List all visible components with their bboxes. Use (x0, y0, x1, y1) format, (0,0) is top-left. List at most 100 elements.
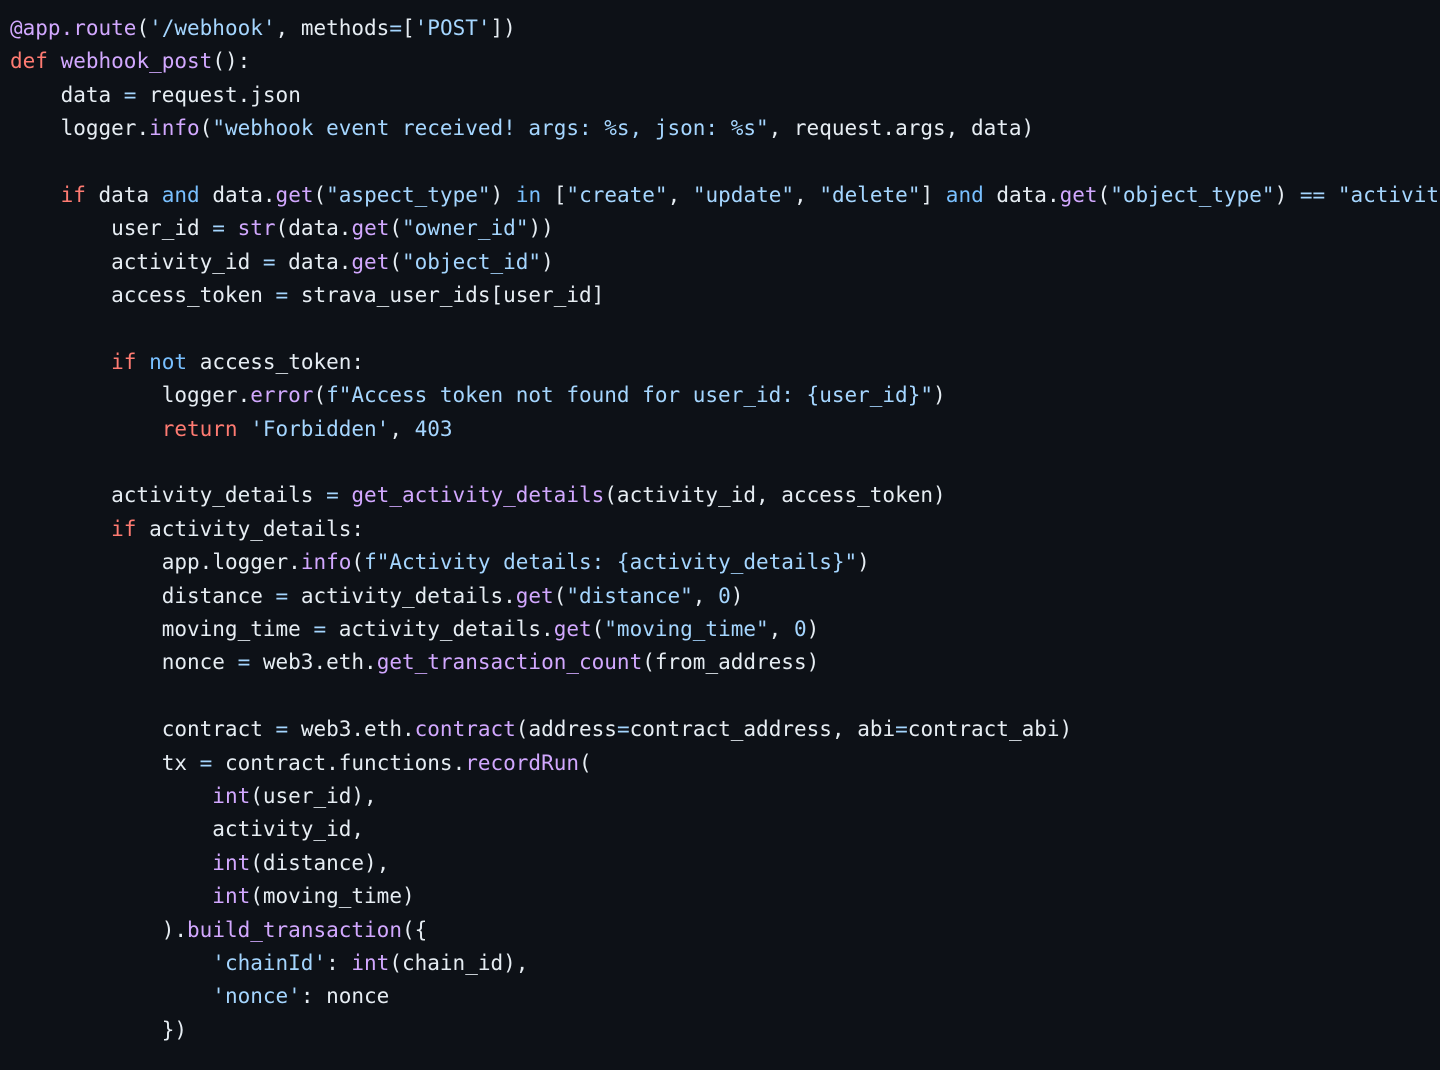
code-token: 'chainId' (212, 950, 327, 975)
code-line: distance = activity_details.get("distanc… (10, 580, 1440, 613)
code-token: "create" (566, 182, 668, 207)
code-token: ( (591, 617, 605, 642)
code-token: app (10, 550, 200, 575)
code-token: logger (212, 550, 289, 575)
code-token: , (768, 617, 794, 642)
code-token: [ (402, 16, 415, 40)
code-token: tx (10, 750, 200, 775)
code-token: ), (364, 850, 390, 875)
code-token: : (326, 950, 352, 975)
code-token: ( (389, 950, 402, 975)
code-token: activity_id, access_token (616, 483, 933, 508)
code-token: 0 (793, 617, 807, 642)
code-token: int (351, 950, 390, 975)
code-token: == (1299, 182, 1326, 207)
code-token: ) (10, 917, 175, 942)
code-token: user_id (503, 283, 592, 308)
code-token: . (541, 617, 554, 642)
code-token: ( (136, 16, 150, 40)
code-token: ( (1097, 182, 1111, 207)
code-token: : (351, 349, 365, 374)
code-token: = (237, 650, 251, 675)
code-token: , (692, 583, 719, 608)
code-token: 'POST' (414, 16, 491, 40)
code-token: ( (250, 850, 263, 875)
code-line: if not access_token: (10, 346, 1440, 379)
code-token: address (528, 717, 617, 742)
code-token: data (85, 182, 162, 207)
code-token: ({ (401, 917, 428, 942)
code-token: strava_user_ids (288, 283, 491, 308)
code-block[interactable]: @app.route('/webhook', methods=['POST'])… (10, 12, 1440, 1047)
code-token: activity_id (10, 817, 352, 842)
code-token: . (288, 550, 301, 575)
code-line: if data and data.get("aspect_type") in [… (10, 179, 1440, 212)
code-token: . (364, 650, 377, 675)
code-token: . (262, 182, 276, 207)
code-token: build_transaction (187, 917, 402, 942)
code-token: get (553, 617, 592, 642)
code-token: = (275, 583, 289, 608)
code-token: ( (351, 550, 365, 575)
code-token: contract (10, 717, 276, 742)
code-token: data (983, 182, 1047, 207)
code-token: : (351, 516, 365, 541)
code-token: moving_time (262, 884, 402, 909)
code-token: web3 (250, 650, 314, 675)
code-token: get (351, 249, 390, 274)
code-token: (): (212, 49, 251, 74)
code-line: user_id = str(data.get("owner_id")) (10, 212, 1440, 245)
code-line: }) (10, 1014, 1440, 1047)
code-token: , (351, 817, 365, 842)
code-token: . (882, 116, 896, 141)
code-token: ) (490, 182, 504, 207)
code-editor-surface[interactable]: @app.route('/webhook', methods=['POST'])… (0, 0, 1440, 1070)
code-token: return (161, 416, 238, 441)
code-token: int (212, 783, 251, 808)
code-line: int(distance), (10, 847, 1440, 880)
code-token: data (275, 249, 339, 274)
code-token: '/webhook' (149, 16, 276, 40)
code-token: , (667, 182, 693, 207)
code-token: logger (10, 116, 137, 141)
code-token: contract (414, 717, 516, 742)
code-token: data (10, 82, 124, 107)
code-token: data (288, 216, 339, 241)
code-token: ) (932, 383, 946, 408)
code-token: . (503, 583, 516, 608)
code-token: , (794, 182, 820, 207)
code-token: . (199, 550, 213, 575)
code-token: nonce (10, 650, 238, 675)
code-token: int (212, 884, 251, 909)
code-line: app.logger.info(f"Activity details: {act… (10, 546, 1440, 579)
code-token: ( (642, 650, 655, 675)
code-token: 0 (718, 583, 731, 608)
code-token: ) (1059, 717, 1073, 742)
code-token: ( (604, 483, 617, 508)
code-token: web3 (288, 717, 352, 742)
code-token: ( (250, 884, 263, 909)
code-token: = (326, 483, 339, 508)
code-token: distance (10, 583, 276, 608)
code-token: = (895, 717, 908, 742)
code-token: ( (515, 717, 529, 742)
code-token: : (300, 984, 327, 1009)
code-token: contract (212, 750, 327, 775)
code-token: info (149, 116, 200, 141)
code-token: "object_id" (402, 249, 542, 274)
code-token: functions (338, 750, 453, 775)
code-token: args (895, 116, 946, 141)
code-token: . (237, 383, 251, 408)
